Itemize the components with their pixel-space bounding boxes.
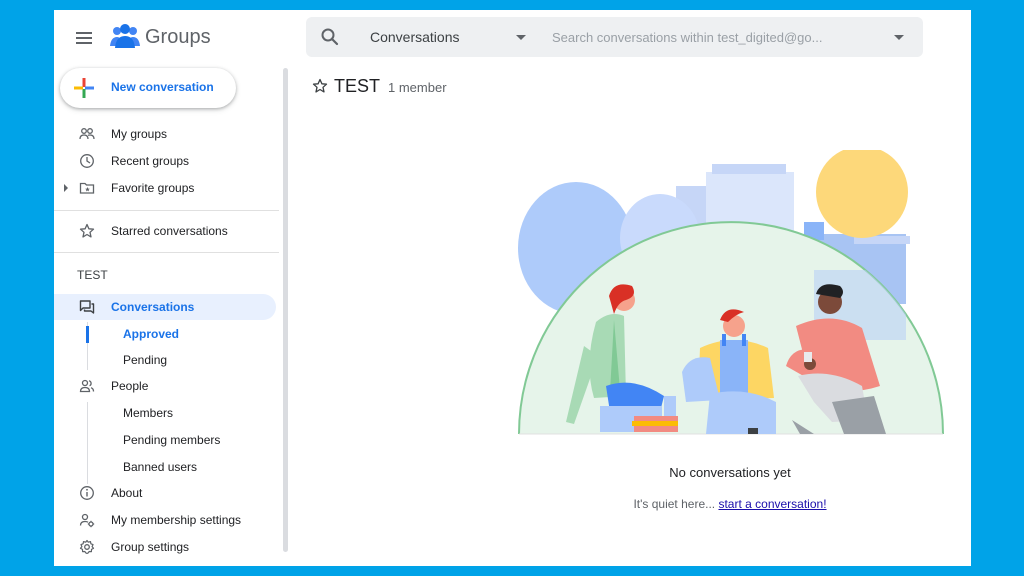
- new-conversation-button[interactable]: New conversation: [60, 68, 236, 108]
- new-conversation-label: New conversation: [111, 80, 214, 94]
- people-outline-icon: [79, 128, 95, 140]
- search-bar: Conversations: [306, 17, 923, 57]
- groups-logo-icon: [110, 24, 140, 48]
- group-section-label: TEST: [77, 268, 108, 282]
- sidebar-item-conversations[interactable]: Conversations: [54, 294, 276, 320]
- sidebar-item-members[interactable]: Members: [54, 400, 276, 426]
- sidebar-item-label: Approved: [123, 327, 180, 341]
- sidebar-item-my-membership-settings[interactable]: My membership settings: [54, 507, 276, 533]
- sidebar-item-label: People: [111, 379, 149, 393]
- people-icon: [79, 379, 95, 393]
- sidebar-item-label: Group settings: [111, 540, 190, 554]
- sidebar-item-favorite-groups[interactable]: Favorite groups: [54, 175, 276, 201]
- sidebar-item-label: Pending: [123, 353, 168, 367]
- sidebar-item-starred-conversations[interactable]: Starred conversations: [54, 218, 276, 244]
- sidebar-item-label: Recent groups: [111, 154, 190, 168]
- sidebar-item-label: About: [111, 486, 143, 500]
- app-brand[interactable]: Groups: [145, 26, 211, 49]
- sidebar-divider: [54, 210, 279, 211]
- search-scope-dropdown[interactable]: Conversations: [370, 29, 460, 45]
- empty-state-title: No conversations yet: [669, 465, 791, 480]
- star-group-icon[interactable]: [312, 78, 328, 94]
- sidebar-item-label: Favorite groups: [111, 181, 195, 195]
- sidebar-item-label: Pending members: [123, 433, 221, 447]
- group-title: TEST: [334, 76, 381, 96]
- sidebar-item-label: Banned users: [123, 460, 198, 474]
- sidebar-item-label: Starred conversations: [111, 224, 228, 238]
- sidebar-item-about[interactable]: About: [54, 480, 276, 506]
- clock-icon: [80, 154, 94, 168]
- search-input[interactable]: [552, 25, 882, 49]
- search-icon[interactable]: [320, 27, 340, 47]
- sidebar-divider: [54, 252, 279, 253]
- info-icon: [80, 486, 94, 500]
- sidebar-item-pending[interactable]: Pending: [54, 347, 276, 373]
- empty-state-message: It's quiet here... start a conversation!: [574, 497, 886, 511]
- main-menu-icon[interactable]: [72, 26, 96, 50]
- search-options-icon[interactable]: [894, 35, 904, 40]
- folder-star-icon: [79, 182, 95, 194]
- chevron-down-icon[interactable]: [516, 35, 526, 40]
- sidebar-item-people[interactable]: People: [54, 373, 276, 399]
- empty-state-text: It's quiet here...: [633, 497, 716, 511]
- conversations-icon: [79, 300, 95, 314]
- sidebar-scrollbar[interactable]: [283, 68, 288, 552]
- start-conversation-link[interactable]: start a conversation!: [718, 497, 826, 511]
- expand-arrow-icon[interactable]: [64, 184, 68, 192]
- groups-app: Groups Conversations New conversation My…: [54, 10, 971, 566]
- member-count[interactable]: 1 member: [388, 80, 447, 95]
- sidebar-item-label: My membership settings: [111, 513, 242, 527]
- empty-state-illustration: [518, 150, 944, 435]
- sidebar-item-recent-groups[interactable]: Recent groups: [54, 148, 276, 174]
- sidebar-item-pending-members[interactable]: Pending members: [54, 427, 276, 453]
- person-settings-icon: [79, 513, 95, 528]
- sidebar-item-label: Members: [123, 406, 174, 420]
- sidebar-item-group-settings[interactable]: Group settings: [54, 534, 276, 560]
- gear-icon: [79, 539, 95, 554]
- sidebar-item-label: My groups: [111, 127, 168, 141]
- sidebar-item-my-groups[interactable]: My groups: [54, 121, 276, 147]
- sidebar-item-label: Conversations: [111, 300, 195, 314]
- sidebar-item-banned-users[interactable]: Banned users: [54, 454, 276, 480]
- sidebar-item-approved[interactable]: Approved: [54, 321, 276, 347]
- star-outline-icon: [79, 223, 95, 238]
- plus-icon: [74, 78, 94, 98]
